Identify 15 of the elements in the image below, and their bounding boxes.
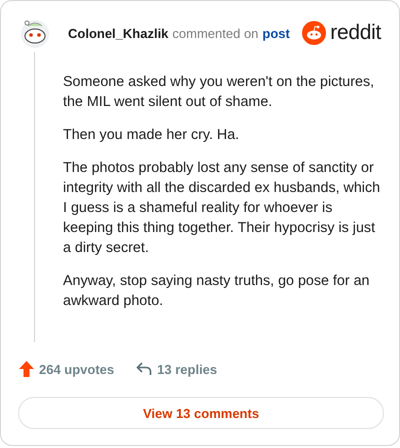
action-text: commented on <box>172 26 258 40</box>
brand-wordmark: reddit <box>330 21 381 45</box>
upvote-icon[interactable] <box>19 361 34 377</box>
avatar-icon <box>19 17 51 49</box>
upvote-count: 264 upvotes <box>39 362 114 376</box>
reply-count: 13 replies <box>157 362 218 376</box>
comment-paragraph: Anyway, stop saying nasty truths, go pose for an awkward photo. <box>63 272 370 311</box>
reply-icon[interactable] <box>136 362 152 376</box>
comment-paragraph: Then you made her cry. Ha. <box>63 126 240 145</box>
view-comments-button[interactable]: View 13 comments <box>18 397 384 429</box>
post-link[interactable]: post <box>262 26 290 40</box>
alien-logo-icon <box>302 21 326 45</box>
comment-paragraph: The photos probably lost any sense of sanctity or integrity with all the discarded ex husbands, which I guess is a shameful reality for whoever is keeping this thing together. Their hypocrisy is just a dirty secret. <box>63 159 382 258</box>
author-name[interactable]: Colonel_Khazlik <box>68 26 168 40</box>
comment-paragraph: Someone asked why you weren't on the pictures, the MIL went silent out of shame. <box>63 73 376 112</box>
